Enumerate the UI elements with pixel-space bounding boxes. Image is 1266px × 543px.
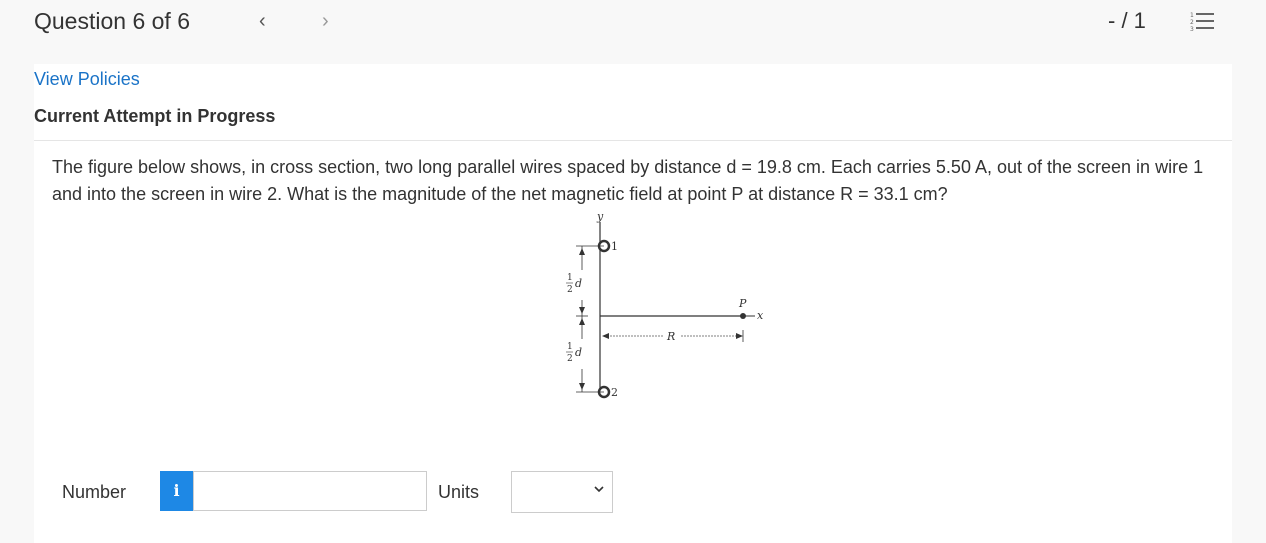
numbered-list-icon[interactable]: 1 2 3 xyxy=(1190,10,1216,34)
svg-text:1: 1 xyxy=(1190,12,1194,19)
number-label: Number xyxy=(62,482,127,502)
wire-1-label: 1 xyxy=(611,240,618,253)
chevron-right-icon[interactable]: › xyxy=(322,10,329,33)
r-label: R xyxy=(666,330,675,343)
half-top-d: d xyxy=(575,277,582,290)
half-bottom-numerator: 1 xyxy=(567,342,573,352)
chevron-down-icon xyxy=(594,486,604,493)
half-top-numerator: 1 xyxy=(567,273,573,283)
point-p-label: P xyxy=(738,297,747,310)
number-input[interactable] xyxy=(193,471,427,511)
half-top-denominator: 2 xyxy=(567,285,573,295)
svg-text:2: 2 xyxy=(1190,19,1194,26)
y-axis-label: y xyxy=(596,210,604,223)
point-p-marker xyxy=(740,313,746,319)
info-icon[interactable]: i xyxy=(160,471,193,511)
half-bottom-d: d xyxy=(575,346,582,359)
chevron-left-icon[interactable]: ‹ xyxy=(259,10,266,33)
half-bottom-denominator: 2 xyxy=(567,354,573,364)
wire-2-label: 2 xyxy=(611,386,618,399)
x-axis-label: x xyxy=(757,309,764,322)
units-label: Units xyxy=(438,482,480,502)
score-display: - / 1 xyxy=(1108,8,1146,33)
question-counter: Question 6 of 6 xyxy=(34,8,190,34)
question-card: View Policies Current Attempt in Progres… xyxy=(34,64,1232,543)
units-select[interactable] xyxy=(511,471,613,513)
wire-diagram: y x 1 2 P R 1 2 d 1 2 d xyxy=(566,210,764,399)
view-policies-link[interactable]: View Policies xyxy=(34,69,140,90)
attempt-status: Current Attempt in Progress xyxy=(34,106,276,126)
divider xyxy=(34,140,1232,141)
question-text: The figure below shows, in cross section… xyxy=(52,157,1204,204)
question-header: Question 6 of 6 ‹ › - / 1 1 2 3 xyxy=(0,0,1266,44)
svg-text:3: 3 xyxy=(1190,26,1194,33)
